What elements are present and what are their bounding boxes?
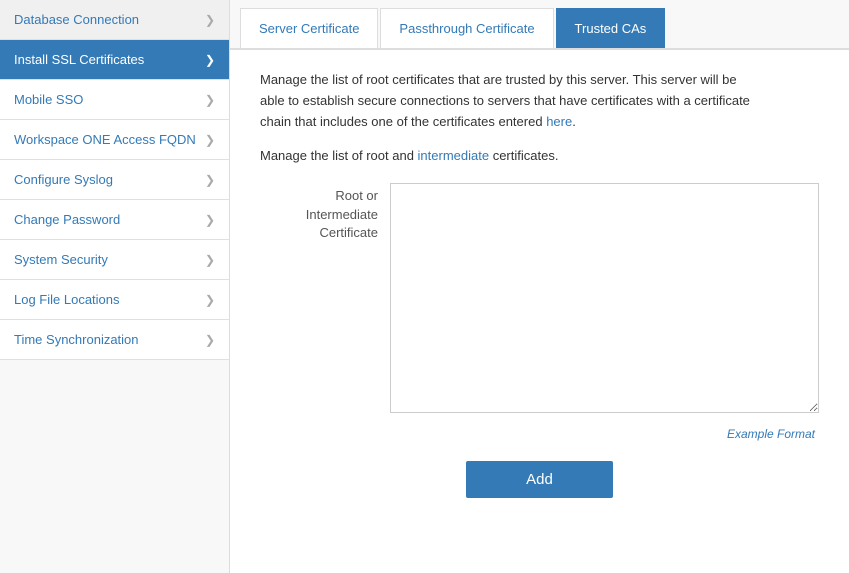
tab-bar: Server CertificatePassthrough Certificat… [230,0,849,50]
chevron-right-icon: ❯ [205,213,215,227]
sidebar-item-change-password[interactable]: Change Password ❯ [0,200,229,240]
add-button[interactable]: Add [466,461,613,498]
sidebar-item-label-log-file-locations: Log File Locations [14,292,205,307]
sidebar-item-label-change-password: Change Password [14,212,205,227]
intermediate-link[interactable]: intermediate [418,148,490,163]
sidebar-item-label-system-security: System Security [14,252,205,267]
add-button-row: Add [260,461,819,498]
sidebar-item-configure-syslog[interactable]: Configure Syslog ❯ [0,160,229,200]
sidebar-item-label-time-synchronization: Time Synchronization [14,332,205,347]
sidebar-item-mobile-sso[interactable]: Mobile SSO ❯ [0,80,229,120]
chevron-right-icon: ❯ [205,93,215,107]
chevron-right-icon: ❯ [205,293,215,307]
chevron-right-icon: ❯ [205,13,215,27]
certificate-textarea[interactable] [390,183,819,413]
sidebar-item-label-database-connection: Database Connection [14,12,205,27]
sidebar-item-system-security[interactable]: System Security ❯ [0,240,229,280]
chevron-right-icon: ❯ [205,333,215,347]
sidebar-item-label-mobile-sso: Mobile SSO [14,92,205,107]
certificate-label: Root or Intermediate Certificate [260,183,390,242]
description-text: Manage the list of root certificates tha… [260,70,760,132]
tab-passthrough-certificate[interactable]: Passthrough Certificate [380,8,553,48]
tab-trusted-cas[interactable]: Trusted CAs [556,8,666,48]
sidebar-item-label-install-ssl-certificates: Install SSL Certificates [14,52,205,67]
sidebar-item-database-connection[interactable]: Database Connection ❯ [0,0,229,40]
main-content: Server CertificatePassthrough Certificat… [230,0,849,573]
chevron-right-icon: ❯ [205,173,215,187]
chevron-right-icon: ❯ [205,253,215,267]
example-format-link[interactable]: Example Format [727,427,819,441]
sidebar-item-label-workspace-one-access-fqdn: Workspace ONE Access FQDN [14,132,205,147]
content-area: Manage the list of root certificates tha… [230,50,849,573]
sidebar-item-install-ssl-certificates[interactable]: Install SSL Certificates ❯ [0,40,229,80]
tab-server-certificate[interactable]: Server Certificate [240,8,378,48]
here-link[interactable]: here [546,114,572,129]
sidebar: Database Connection ❯ Install SSL Certif… [0,0,230,573]
sidebar-item-workspace-one-access-fqdn[interactable]: Workspace ONE Access FQDN ❯ [0,120,229,160]
sidebar-item-label-configure-syslog: Configure Syslog [14,172,205,187]
chevron-right-icon: ❯ [205,53,215,67]
description2-text: Manage the list of root and intermediate… [260,148,819,163]
certificate-form-row: Root or Intermediate Certificate [260,183,819,413]
sidebar-item-log-file-locations[interactable]: Log File Locations ❯ [0,280,229,320]
chevron-right-icon: ❯ [205,133,215,147]
sidebar-item-time-synchronization[interactable]: Time Synchronization ❯ [0,320,229,360]
